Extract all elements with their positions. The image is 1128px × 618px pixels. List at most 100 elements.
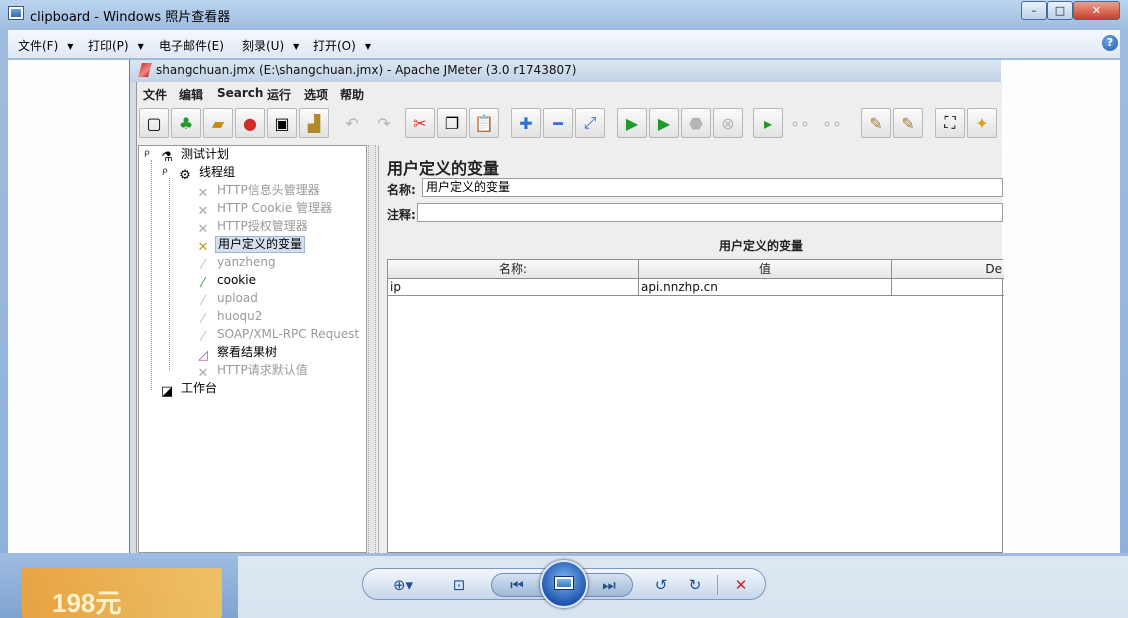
- undo-icon[interactable]: ↶: [337, 108, 367, 138]
- photo-viewer-titlebar[interactable]: clipboard - Windows 照片查看器 – □ ✕: [0, 0, 1128, 28]
- start-no-pauses-icon[interactable]: ▶: [649, 108, 679, 138]
- panel-title: 用户定义的变量: [387, 159, 500, 178]
- rotate-cw-icon[interactable]: ↻: [683, 574, 707, 596]
- tree-node-user-defined-variables[interactable]: ✕ 用户定义的变量: [195, 236, 306, 255]
- tree-node-label: huoqu2: [217, 309, 263, 323]
- search-icon[interactable]: ⛶: [935, 108, 965, 138]
- delete-icon[interactable]: ✕: [729, 574, 753, 596]
- jmeter-titlebar: shangchuan.jmx (E:\shangchuan.jmx) - Apa…: [130, 60, 1001, 82]
- variables-table: 名称: 值 De ip api.nnzhp.cn: [387, 259, 1004, 553]
- clear-icon[interactable]: ✎: [861, 108, 891, 138]
- tree-node-workbench[interactable]: ◪ 工作台: [159, 380, 219, 399]
- jmeter-menu-edit[interactable]: 编辑: [179, 86, 203, 103]
- previous-icon[interactable]: ⏮: [505, 574, 529, 596]
- splitter-handle[interactable]: [368, 145, 376, 553]
- tree-node-cookie[interactable]: ⁄ cookie: [195, 272, 258, 291]
- tree-node-label: HTTP请求默认值: [217, 363, 308, 377]
- jmeter-frame: 文件 编辑 Search 运行 选项 帮助 ▢ ♣ ▰ ● ▣ ▟ ↶ ↷ ✂ …: [136, 82, 1004, 553]
- clear-all-icon[interactable]: ✎: [893, 108, 923, 138]
- chevron-down-icon: ▼: [67, 42, 74, 51]
- tree-node-yanzheng[interactable]: ⁄ yanzheng: [195, 254, 278, 273]
- background-ad-text: 198元: [52, 588, 122, 618]
- tree-node-thread-group[interactable]: ⚙ 线程组: [177, 164, 237, 183]
- help-icon[interactable]: ?: [1102, 35, 1118, 51]
- tree-node-label: HTTP授权管理器: [217, 219, 308, 233]
- displayed-image: shangchuan.jmx (E:\shangchuan.jmx) - Apa…: [129, 60, 1004, 553]
- maximize-button[interactable]: □: [1047, 1, 1073, 20]
- menu-print[interactable]: 打印(P) ▼: [88, 37, 144, 54]
- collapse-toggle-icon[interactable]: ᑭ: [144, 151, 153, 160]
- start-icon[interactable]: ▶: [617, 108, 647, 138]
- jmeter-menu-options[interactable]: 选项: [304, 86, 328, 103]
- cut-icon[interactable]: ✂: [405, 108, 435, 138]
- tree-node-http-cookie-manager[interactable]: ✕ HTTP Cookie 管理器: [195, 200, 334, 219]
- zoom-icon[interactable]: ⊕▾: [385, 574, 421, 596]
- menu-file[interactable]: 文件(F) ▼: [18, 37, 73, 54]
- column-header-description[interactable]: De: [892, 260, 1004, 279]
- column-header-name[interactable]: 名称:: [388, 260, 639, 279]
- jmeter-menu-help[interactable]: 帮助: [340, 86, 364, 103]
- close-button[interactable]: ✕: [1073, 1, 1120, 20]
- tree-node-http-request-defaults[interactable]: ✕ HTTP请求默认值: [195, 362, 310, 381]
- tree-node-upload[interactable]: ⁄ upload: [195, 290, 260, 309]
- remote-start-icon[interactable]: ▸: [753, 108, 783, 138]
- templates-icon[interactable]: ♣: [171, 108, 201, 138]
- stop-icon[interactable]: ⬣: [681, 108, 711, 138]
- tree-node-label: HTTP信息头管理器: [217, 183, 320, 197]
- jmeter-menu-run[interactable]: 运行: [267, 86, 291, 103]
- paste-icon[interactable]: 📋: [469, 108, 499, 138]
- rotate-ccw-icon[interactable]: ↺: [649, 574, 673, 596]
- remote-shutdown-icon[interactable]: ∘∘: [817, 108, 847, 138]
- menu-open[interactable]: 打开(O) ▼: [313, 37, 371, 54]
- table-cell[interactable]: ip: [388, 279, 639, 296]
- redo-icon[interactable]: ↷: [369, 108, 399, 138]
- menu-email[interactable]: 电子邮件(E): [159, 37, 224, 54]
- tree-node-view-results-tree[interactable]: ◿ 察看结果树: [195, 344, 279, 363]
- jmeter-menu-search[interactable]: Search: [217, 86, 263, 100]
- minimize-button[interactable]: –: [1021, 1, 1047, 20]
- toggle-icon[interactable]: ⤢: [575, 108, 605, 138]
- photo-viewer-app-icon: [8, 6, 24, 20]
- menu-file-label: 文件(F): [18, 39, 59, 53]
- tree-node-label: yanzheng: [217, 255, 276, 269]
- open-folder-icon[interactable]: ▰: [203, 108, 233, 138]
- tree-node-test-plan[interactable]: ⚗ 测试计划: [159, 146, 231, 165]
- slideshow-button[interactable]: [540, 560, 588, 608]
- menu-burn[interactable]: 刻录(U) ▼: [242, 37, 299, 54]
- expand-all-icon[interactable]: ✚: [511, 108, 541, 138]
- flask-icon: ⚗: [161, 150, 173, 165]
- new-file-icon[interactable]: ▢: [139, 108, 169, 138]
- close-file-icon[interactable]: ●: [235, 108, 265, 138]
- tree-node-http-auth-manager[interactable]: ✕ HTTP授权管理器: [195, 218, 310, 237]
- test-plan-tree: ᑭ ⚗ 测试计划 ᑭ ⚙ 线程组 ✕ HTTP信息头管理器 ✕ HTTP Cookie …: [138, 145, 367, 553]
- name-field[interactable]: 用户定义的变量: [422, 178, 1003, 197]
- reset-search-icon[interactable]: ✦: [967, 108, 997, 138]
- tree-node-http-header-manager[interactable]: ✕ HTTP信息头管理器: [195, 182, 322, 201]
- table-caption: 用户定义的变量: [719, 239, 804, 253]
- comment-label: 注释:: [387, 208, 416, 222]
- save-screen-icon[interactable]: ▟: [299, 108, 329, 138]
- comment-field[interactable]: [417, 203, 1003, 222]
- tree-node-label: 测试计划: [181, 147, 230, 161]
- slideshow-icon: [554, 576, 574, 590]
- next-icon[interactable]: ⏭: [597, 574, 621, 596]
- copy-icon[interactable]: ❐: [437, 108, 467, 138]
- column-header-value[interactable]: 值: [639, 260, 892, 279]
- collapse-all-icon[interactable]: ━: [543, 108, 573, 138]
- shutdown-icon[interactable]: ⊗: [713, 108, 743, 138]
- save-icon[interactable]: ▣: [267, 108, 297, 138]
- divider: [717, 575, 718, 595]
- photo-viewer-window: clipboard - Windows 照片查看器 – □ ✕ 文件(F) ▼ 打…: [0, 0, 1128, 618]
- remote-stop-icon[interactable]: ∘∘: [785, 108, 815, 138]
- table-cell[interactable]: [892, 279, 1004, 296]
- menu-print-label: 打印(P): [88, 39, 129, 53]
- collapse-toggle-icon[interactable]: ᑭ: [162, 169, 171, 178]
- jmeter-menu-file[interactable]: 文件: [143, 86, 167, 103]
- tree-node-huoqu2[interactable]: ⁄ huoqu2: [195, 308, 264, 327]
- tree-node-soap-request[interactable]: ⁄ SOAP/XML-RPC Request: [195, 326, 361, 345]
- chevron-down-icon: ▼: [137, 42, 144, 51]
- fit-window-icon[interactable]: ⊡: [447, 574, 471, 596]
- menu-burn-label: 刻录(U): [242, 39, 285, 53]
- table-cell[interactable]: api.nnzhp.cn: [639, 279, 892, 296]
- tree-node-label: 工作台: [181, 381, 218, 395]
